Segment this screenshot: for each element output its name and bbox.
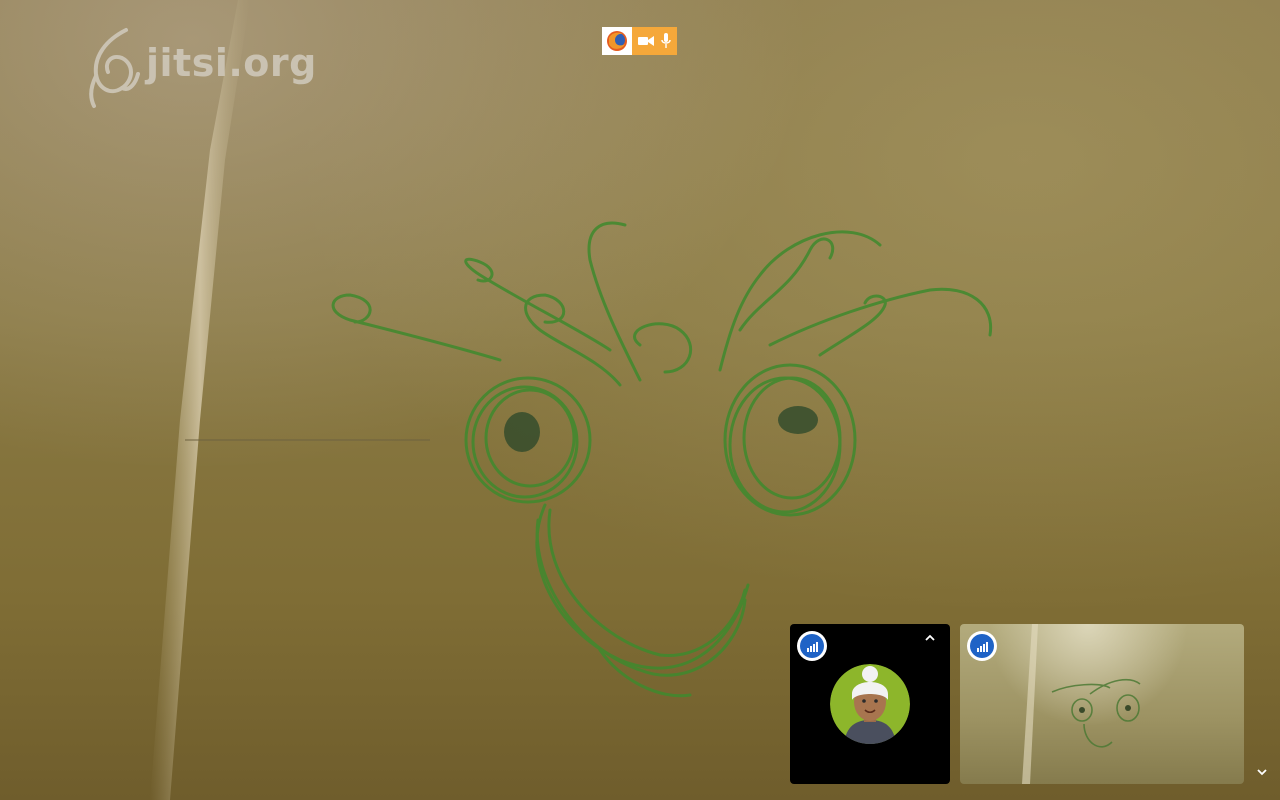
jitsi-watermark[interactable]: jitsi.org bbox=[86, 26, 317, 110]
connection-quality-icon[interactable] bbox=[797, 631, 827, 661]
drawing-curl bbox=[633, 322, 693, 374]
media-badge bbox=[632, 27, 677, 55]
remote-video-feed bbox=[1022, 624, 1141, 784]
avatar-icon bbox=[830, 664, 910, 744]
top-indicators bbox=[602, 27, 677, 55]
cardboard-crease bbox=[150, 0, 250, 800]
drawing-left-pupil bbox=[504, 412, 540, 452]
local-video-thumbnail[interactable] bbox=[790, 624, 950, 784]
watermark-text: jitsi.org bbox=[146, 41, 317, 85]
chevron-up-icon[interactable] bbox=[924, 634, 936, 642]
microphone-icon bbox=[660, 33, 671, 48]
firefox-icon bbox=[607, 31, 627, 51]
chevron-down-icon bbox=[1257, 769, 1267, 776]
drawing-curl bbox=[718, 230, 882, 372]
camera-icon bbox=[638, 36, 655, 46]
drawing-curl bbox=[587, 221, 642, 382]
filmstrip-toggle-button[interactable] bbox=[1252, 762, 1272, 782]
drawing-curl bbox=[331, 293, 502, 362]
jitsi-logo-icon bbox=[89, 28, 140, 108]
drawing-right-pupil bbox=[778, 406, 818, 434]
drawing-curl bbox=[464, 257, 612, 352]
filmstrip bbox=[790, 624, 1244, 784]
browser-badge bbox=[602, 27, 632, 55]
remote-video-thumbnail[interactable] bbox=[960, 624, 1244, 784]
conference-stage: jitsi.org bbox=[0, 0, 1280, 800]
connection-quality-icon[interactable] bbox=[967, 631, 997, 661]
